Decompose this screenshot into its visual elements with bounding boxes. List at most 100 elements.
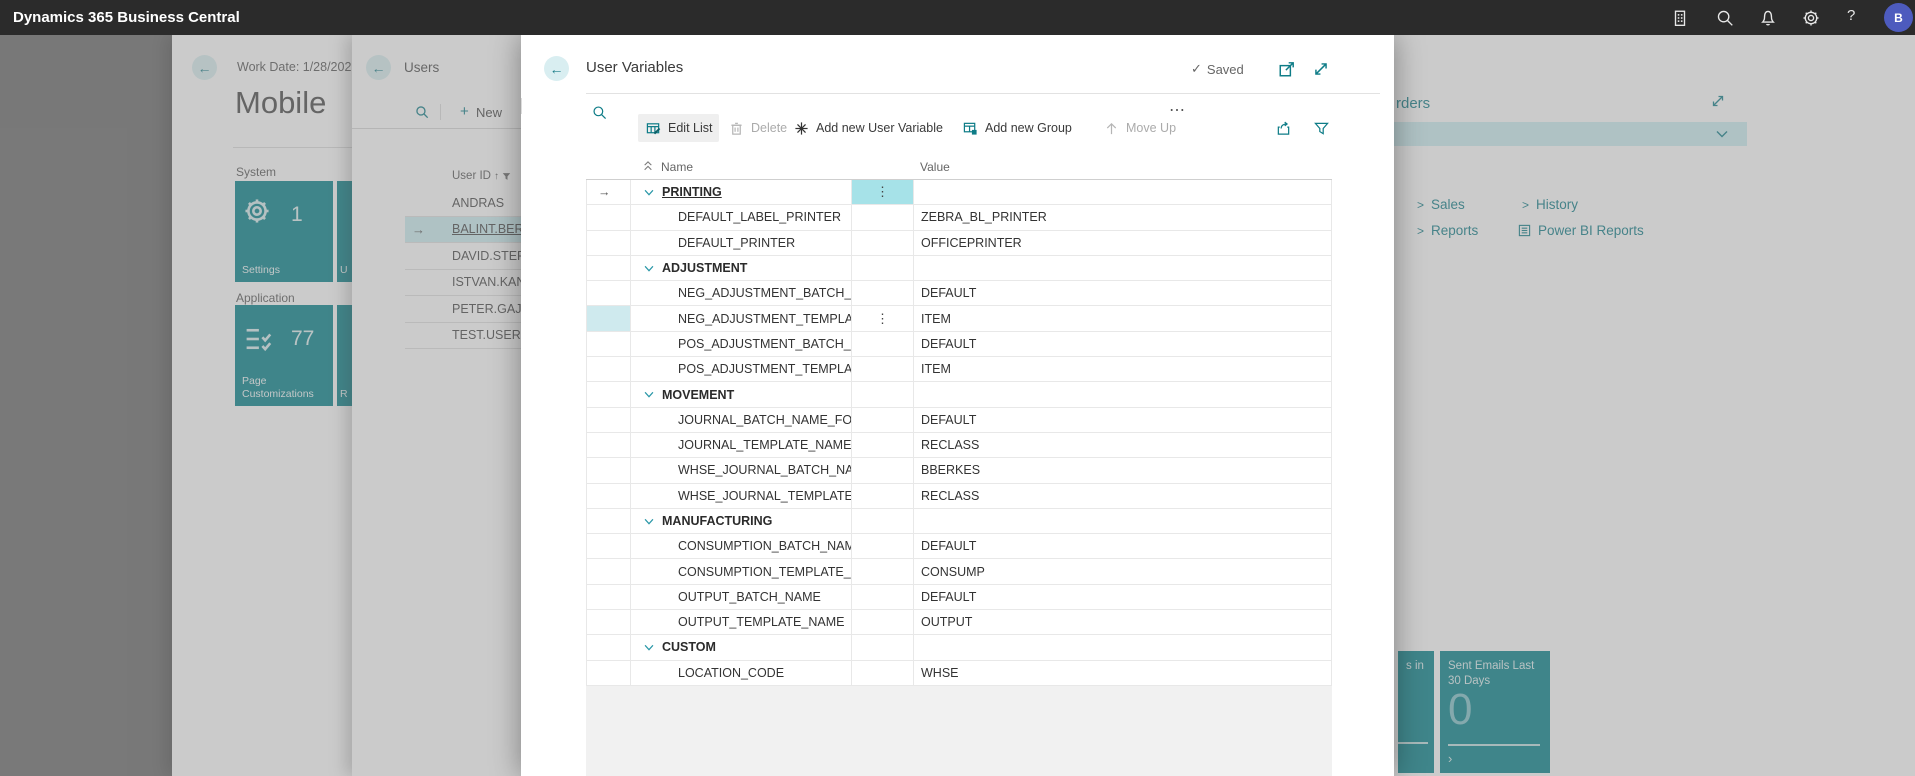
- chevron-down-icon[interactable]: [644, 644, 654, 651]
- variable-value[interactable]: ITEM: [914, 306, 1333, 330]
- value-column-header[interactable]: Value: [913, 160, 1332, 174]
- table-row-default-printer[interactable]: DEFAULT_PRINTER OFFICEPRINTER: [586, 231, 1332, 256]
- arrow-up-icon: [1104, 121, 1119, 136]
- settings-gear-icon[interactable]: [1802, 9, 1820, 27]
- variable-name[interactable]: CONSUMPTION_BATCH_NAME: [631, 539, 852, 553]
- check-icon: ✓: [1191, 61, 1202, 77]
- variable-name[interactable]: NEG_ADJUSTMENT_BATCH_N...: [631, 286, 852, 300]
- variable-name[interactable]: NEG_ADJUSTMENT_TEMPLAT...: [631, 312, 852, 326]
- delete-button[interactable]: Delete: [729, 114, 787, 142]
- open-in-new-window-icon[interactable]: [1278, 60, 1296, 78]
- chevron-down-icon[interactable]: [644, 189, 654, 196]
- save-status: ✓ Saved: [1191, 61, 1244, 77]
- variable-name[interactable]: JOURNAL_BATCH_NAME_FOR...: [631, 413, 852, 427]
- divider: [586, 93, 1380, 94]
- table-row-location-code[interactable]: LOCATION_CODE WHSE: [586, 661, 1332, 686]
- variable-name[interactable]: OUTPUT_BATCH_NAME: [631, 590, 821, 604]
- table-row-consumption-batch-name[interactable]: CONSUMPTION_BATCH_NAME DEFAULT: [586, 534, 1332, 559]
- current-row-arrow: →: [598, 185, 611, 199]
- table-row-pos-adjustment-templat-[interactable]: POS_ADJUSTMENT_TEMPLAT... ITEM: [586, 357, 1332, 382]
- edit-list-button[interactable]: Edit List: [638, 114, 719, 142]
- variable-value[interactable]: [914, 180, 1333, 204]
- collapse-all-icon[interactable]: [643, 160, 653, 175]
- table-row-manufacturing[interactable]: MANUFACTURING: [586, 509, 1332, 534]
- variable-value[interactable]: DEFAULT: [914, 332, 1333, 356]
- action-toolbar: Edit List Delete Add new User Variable A…: [521, 98, 1394, 126]
- avatar[interactable]: B: [1884, 3, 1913, 32]
- variable-value[interactable]: [914, 256, 1333, 280]
- variable-value[interactable]: [914, 382, 1333, 406]
- variable-value[interactable]: DEFAULT: [914, 408, 1333, 432]
- table-row-adjustment[interactable]: ADJUSTMENT: [586, 256, 1332, 281]
- group-name[interactable]: PRINTING: [662, 185, 722, 199]
- top-navigation-bar: Dynamics 365 Business Central ? B: [0, 0, 1915, 35]
- notifications-bell-icon[interactable]: [1759, 9, 1777, 27]
- table-row-whse-journal-batch-na-[interactable]: WHSE_JOURNAL_BATCH_NA... BBERKES: [586, 458, 1332, 483]
- table-row-custom[interactable]: CUSTOM: [586, 635, 1332, 660]
- search-icon[interactable]: [1716, 9, 1734, 27]
- group-name[interactable]: MOVEMENT: [662, 388, 734, 402]
- table-row-neg-adjustment-batch-n-[interactable]: NEG_ADJUSTMENT_BATCH_N... DEFAULT: [586, 281, 1332, 306]
- variable-value[interactable]: DEFAULT: [914, 281, 1333, 305]
- variable-value[interactable]: DEFAULT: [914, 534, 1333, 558]
- user-variables-table: Name Value → PRINTING ⋮ DEFAULT_LABEL_PRINT…: [586, 155, 1332, 686]
- user-variables-dialog: ← User Variables ✓ Saved Edit List Dele: [521, 35, 1394, 776]
- table-row-printing[interactable]: → PRINTING ⋮: [586, 180, 1332, 205]
- group-name[interactable]: ADJUSTMENT: [662, 261, 747, 275]
- table-row-neg-adjustment-templat-[interactable]: NEG_ADJUSTMENT_TEMPLAT... ⋮ ITEM: [586, 306, 1332, 331]
- row-menu-icon[interactable]: ⋮: [876, 311, 889, 327]
- add-new-group-button[interactable]: Add new Group: [963, 114, 1072, 142]
- table-row-movement[interactable]: MOVEMENT: [586, 382, 1332, 407]
- table-row-output-template-name[interactable]: OUTPUT_TEMPLATE_NAME OUTPUT: [586, 610, 1332, 635]
- add-new-user-variable-button[interactable]: Add new User Variable: [794, 114, 943, 142]
- filter-icon[interactable]: [1314, 114, 1329, 142]
- chevron-down-icon[interactable]: [644, 518, 654, 525]
- chevron-down-icon[interactable]: [644, 391, 654, 398]
- group-name[interactable]: CUSTOM: [662, 640, 716, 654]
- variable-value[interactable]: OFFICEPRINTER: [914, 231, 1333, 255]
- variable-value[interactable]: RECLASS: [914, 433, 1333, 457]
- row-menu-icon[interactable]: ⋮: [876, 184, 889, 200]
- share-icon[interactable]: [1276, 114, 1291, 142]
- table-row-whse-journal-template-[interactable]: WHSE_JOURNAL_TEMPLATE_... RECLASS: [586, 484, 1332, 509]
- variable-value[interactable]: ITEM: [914, 357, 1333, 381]
- search-icon[interactable]: [592, 98, 607, 126]
- edit-table-icon: [646, 121, 661, 136]
- resize-expand-icon[interactable]: [1312, 60, 1330, 78]
- variable-name[interactable]: LOCATION_CODE: [631, 666, 784, 680]
- table-row-output-batch-name[interactable]: OUTPUT_BATCH_NAME DEFAULT: [586, 585, 1332, 610]
- variable-value[interactable]: RECLASS: [914, 484, 1333, 508]
- move-up-button[interactable]: Move Up: [1104, 114, 1176, 142]
- group-name[interactable]: MANUFACTURING: [662, 514, 772, 528]
- dialog-title: User Variables: [586, 59, 683, 76]
- table-row-journal-template-name-[interactable]: JOURNAL_TEMPLATE_NAME_... RECLASS: [586, 433, 1332, 458]
- chevron-down-icon[interactable]: [644, 265, 654, 272]
- variable-name[interactable]: DEFAULT_PRINTER: [631, 236, 795, 250]
- back-arrow-icon[interactable]: ←: [544, 56, 569, 81]
- variable-name[interactable]: POS_ADJUSTMENT_TEMPLAT...: [631, 362, 852, 376]
- variable-name[interactable]: CONSUMPTION_TEMPLATE_...: [631, 565, 852, 579]
- more-options-icon[interactable]: ⋯: [1169, 100, 1185, 120]
- table-row-journal-batch-name-for-[interactable]: JOURNAL_BATCH_NAME_FOR... DEFAULT: [586, 408, 1332, 433]
- variable-name[interactable]: DEFAULT_LABEL_PRINTER: [631, 210, 841, 224]
- variable-name[interactable]: OUTPUT_TEMPLATE_NAME: [631, 615, 844, 629]
- variable-name[interactable]: JOURNAL_TEMPLATE_NAME_...: [631, 438, 852, 452]
- variable-value[interactable]: WHSE: [914, 661, 1333, 685]
- variable-value[interactable]: DEFAULT: [914, 585, 1333, 609]
- table-row-pos-adjustment-batch-n-[interactable]: POS_ADJUSTMENT_BATCH_N... DEFAULT: [586, 332, 1332, 357]
- trash-icon: [729, 121, 744, 136]
- variable-value[interactable]: OUTPUT: [914, 610, 1333, 634]
- variable-value[interactable]: [914, 635, 1333, 659]
- name-column-header[interactable]: Name: [661, 160, 693, 174]
- variable-value[interactable]: BBERKES: [914, 458, 1333, 482]
- variable-name[interactable]: WHSE_JOURNAL_BATCH_NA...: [631, 463, 852, 477]
- variable-value[interactable]: CONSUMP: [914, 559, 1333, 583]
- variable-value[interactable]: ZEBRA_BL_PRINTER: [914, 205, 1333, 229]
- variable-name[interactable]: WHSE_JOURNAL_TEMPLATE_...: [631, 489, 852, 503]
- table-row-default-label-printer[interactable]: DEFAULT_LABEL_PRINTER ZEBRA_BL_PRINTER: [586, 205, 1332, 230]
- variable-name[interactable]: POS_ADJUSTMENT_BATCH_N...: [631, 337, 852, 351]
- help-icon[interactable]: ?: [1847, 7, 1855, 24]
- company-icon[interactable]: [1671, 9, 1689, 27]
- table-row-consumption-template-[interactable]: CONSUMPTION_TEMPLATE_... CONSUMP: [586, 559, 1332, 584]
- variable-value[interactable]: [914, 509, 1333, 533]
